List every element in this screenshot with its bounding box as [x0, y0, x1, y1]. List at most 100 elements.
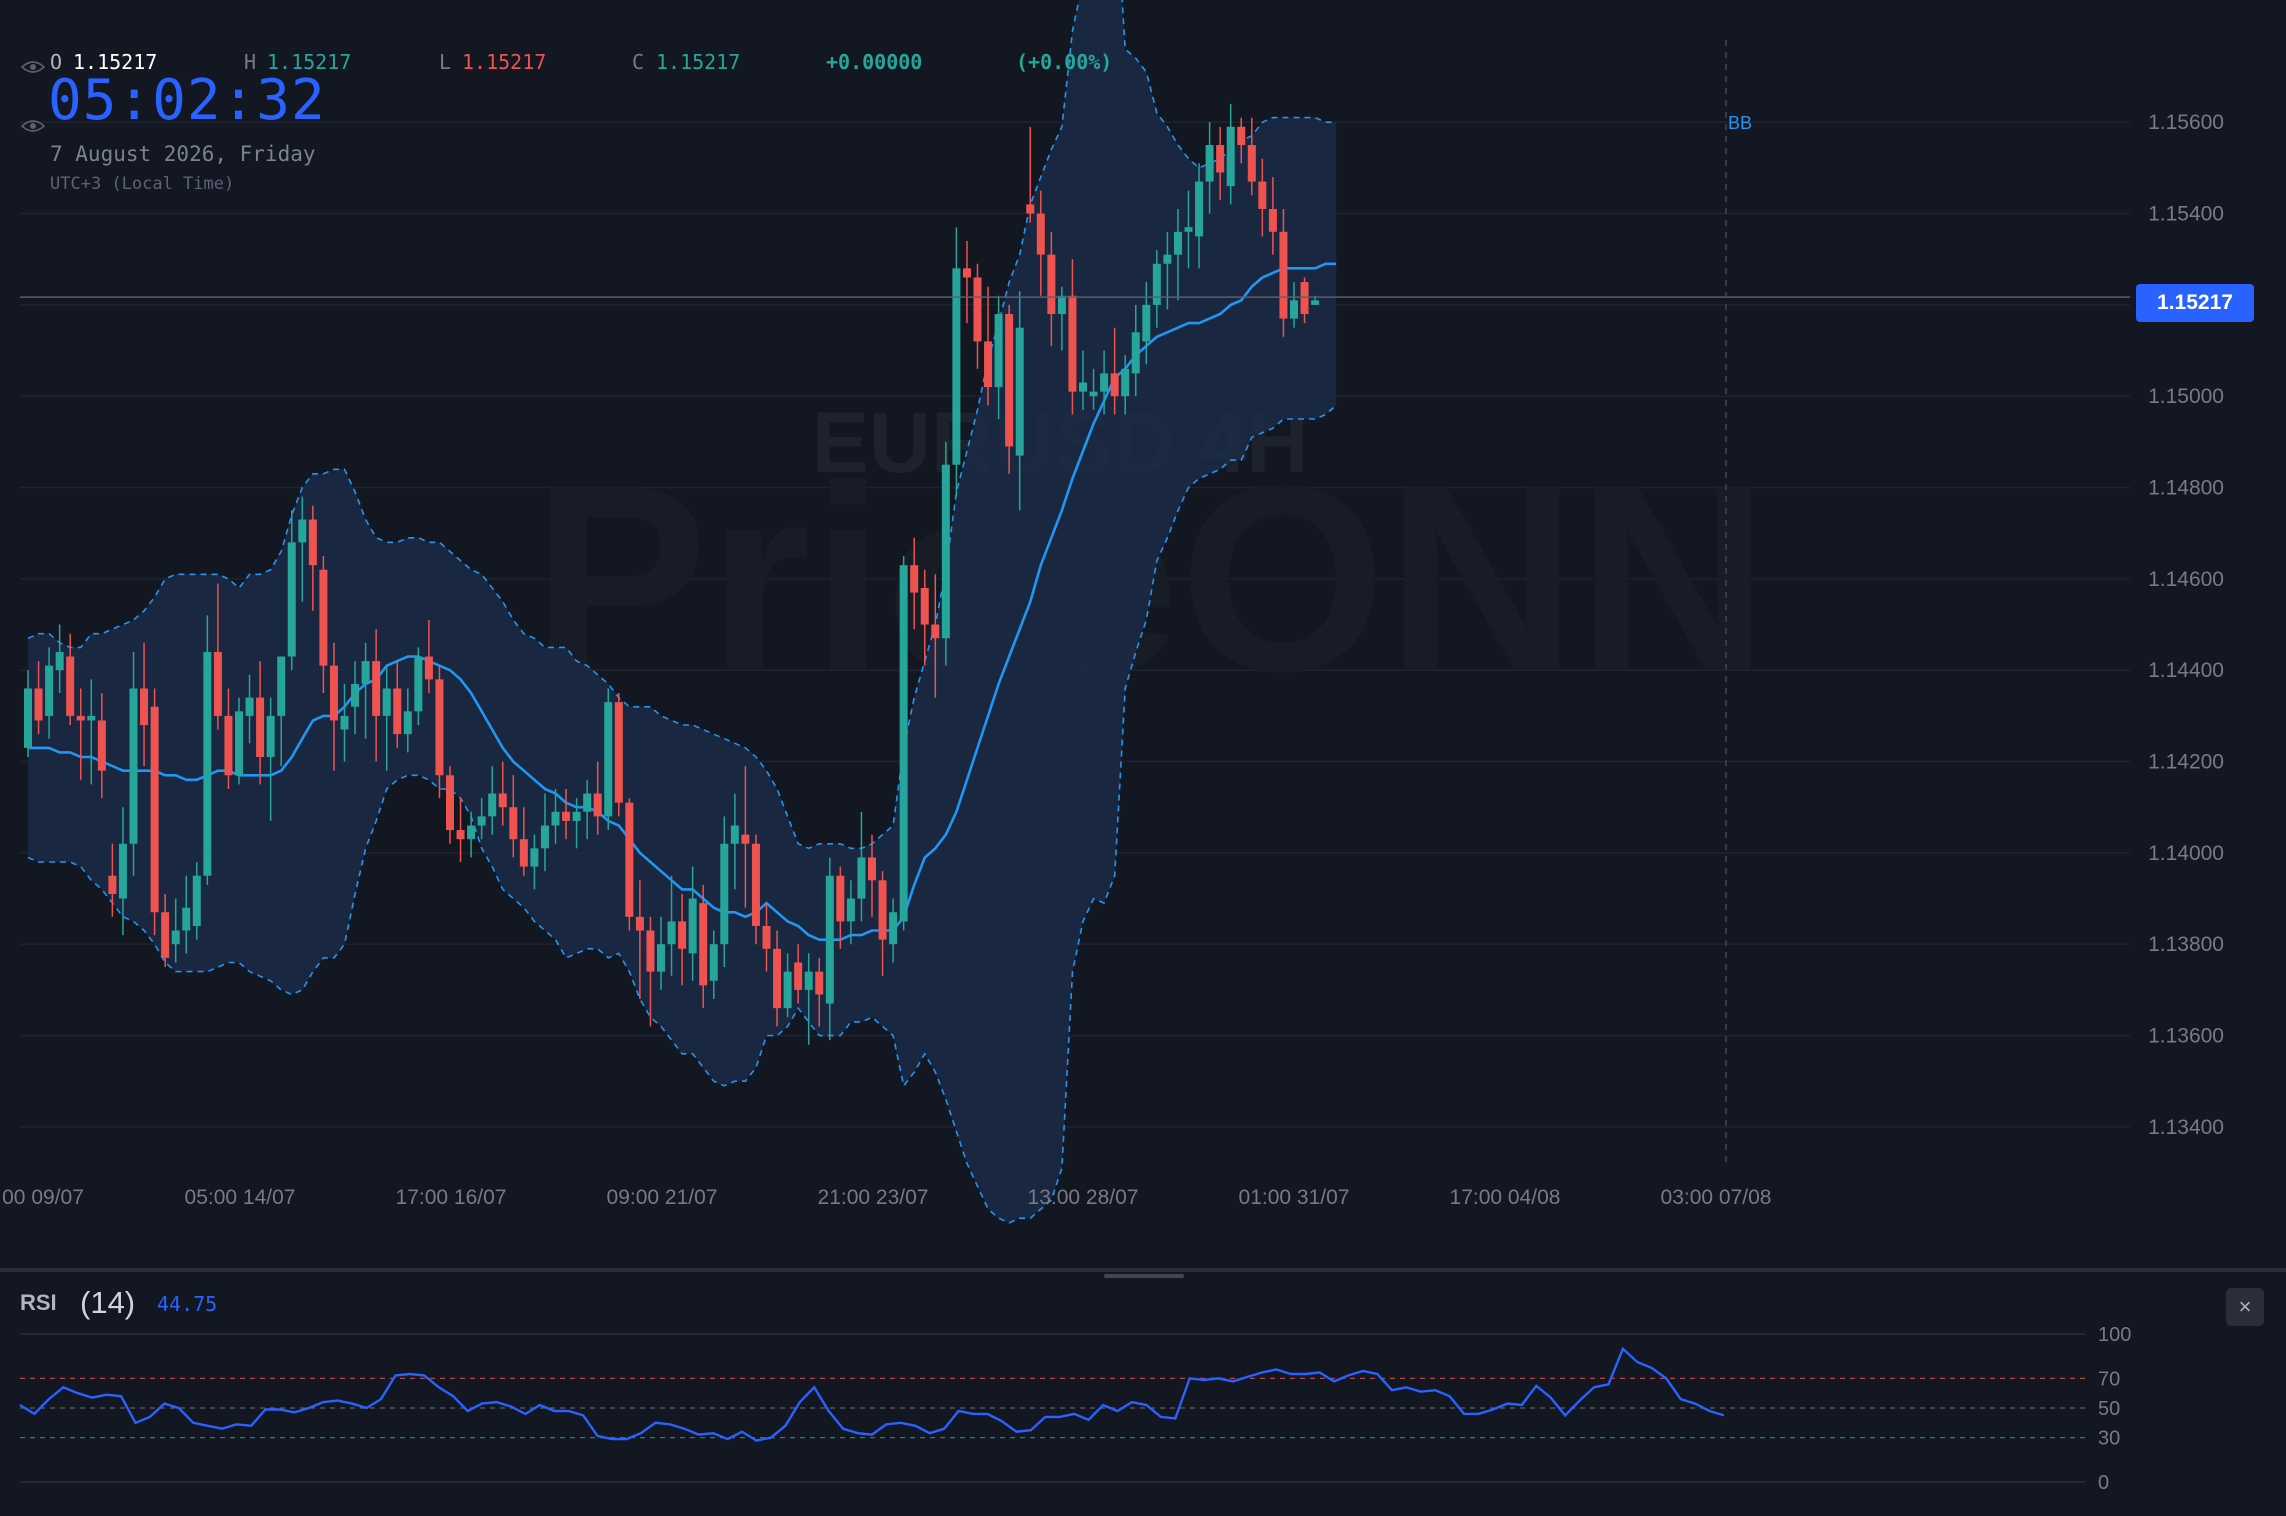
price-tick-label: 1.13400: [2148, 1116, 2224, 1139]
candle: [614, 693, 623, 817]
candle-body: [625, 802, 634, 917]
candle-body: [878, 880, 887, 940]
rsi-line: [19, 1346, 1725, 1442]
eye-icon[interactable]: [20, 61, 46, 73]
candle-body: [24, 688, 32, 748]
price-tick-label: 1.15400: [2148, 203, 2224, 226]
candle-body: [97, 720, 106, 771]
rsi-tick-label: 70: [2098, 1368, 2120, 1390]
candle-body: [161, 912, 170, 958]
candle-body: [76, 715, 85, 721]
candle-body: [657, 944, 665, 972]
candle-body: [235, 711, 243, 776]
candle-body: [1163, 254, 1172, 264]
change-value: +0.00000: [826, 50, 923, 74]
candle-body: [1131, 332, 1140, 374]
candle-body: [1184, 227, 1193, 232]
rsi-tick-label: 30: [2098, 1428, 2120, 1450]
close-icon[interactable]: ×: [2226, 1288, 2264, 1326]
candle-body: [889, 912, 898, 945]
candle-body: [572, 811, 581, 821]
price-tick-label: 1.15000: [2148, 385, 2224, 408]
candle-body: [351, 683, 360, 707]
candle-body: [783, 971, 792, 1009]
candle-body: [256, 697, 265, 757]
price-tick-label: 1.15600: [2148, 111, 2224, 134]
price-tick-label: 1.14000: [2148, 842, 2224, 865]
candle-body: [604, 702, 613, 817]
candle-body: [1300, 282, 1309, 315]
candle: [899, 556, 908, 931]
candle-body: [108, 875, 117, 894]
last-price-tag: 1.15217: [2136, 284, 2254, 322]
low-value: 1.15217: [462, 50, 547, 74]
candle-body: [66, 656, 75, 716]
candle-body: [1268, 208, 1277, 232]
candle-body: [1247, 145, 1256, 182]
price-axis: 1.156001.154001.152001.150001.148001.146…: [2148, 111, 2224, 1139]
candle-body: [730, 825, 739, 844]
candle-body: [34, 688, 43, 721]
pane-resize-handle[interactable]: [1104, 1274, 1184, 1278]
candle-body: [1100, 373, 1109, 392]
candle-body: [678, 921, 687, 949]
candle-body: [498, 793, 507, 808]
candle-body: [519, 839, 528, 867]
candle-body: [1079, 382, 1087, 392]
pane-divider[interactable]: [0, 1268, 2286, 1272]
low-label: L: [439, 50, 452, 74]
candle-body: [815, 971, 824, 995]
candle-body: [340, 715, 349, 730]
candle-body: [1121, 368, 1130, 397]
clock-timezone: UTC+3 (Local Time): [50, 174, 235, 194]
eye-icons: [20, 61, 46, 132]
candle-body: [1015, 327, 1024, 456]
candle-body: [277, 656, 286, 716]
candle-body: [361, 661, 370, 684]
candle-body: [467, 825, 476, 840]
candle-body: [213, 651, 222, 716]
candle-body: [372, 661, 381, 716]
candle-body: [773, 948, 782, 1009]
candle-body: [931, 624, 940, 639]
time-tick-label: 09:00 21/07: [607, 1186, 718, 1209]
candle-body: [1089, 391, 1098, 397]
candle-body: [825, 875, 834, 1004]
candle-body: [635, 916, 644, 931]
candle-body: [1068, 295, 1077, 392]
candle-body: [562, 811, 571, 821]
candle-body: [1290, 300, 1298, 319]
candle-body: [182, 907, 191, 931]
candle-body: [920, 588, 929, 625]
candle-body: [435, 679, 444, 776]
candle-body: [382, 688, 391, 716]
time-axis: 00 09/07 05:00 14/07 17:00 16/07 09:00 21/0…: [2, 1186, 1771, 1209]
candle-body: [720, 843, 729, 945]
candle-body: [1216, 145, 1225, 173]
candle-body: [192, 875, 201, 926]
candle-body: [804, 971, 813, 990]
candle: [973, 263, 982, 369]
candle: [203, 615, 212, 885]
candle-body: [203, 651, 212, 876]
candle-body: [741, 834, 750, 844]
candle-body: [45, 665, 54, 716]
candle-body: [530, 848, 539, 867]
candle: [1026, 126, 1035, 223]
time-tick-label: 01:00 31/07: [1239, 1186, 1350, 1209]
rsi-pane: 100 70 50 30 0: [19, 1324, 2131, 1494]
candle-body: [667, 921, 676, 945]
candle: [625, 798, 634, 931]
rsi-tick-label: 50: [2098, 1398, 2120, 1420]
candle-body: [1142, 304, 1151, 342]
close-label: C: [632, 50, 645, 74]
candle-body: [129, 688, 138, 844]
rsi-tick-label: 100: [2098, 1324, 2131, 1346]
candle-body: [846, 898, 855, 922]
candle-body: [646, 930, 655, 972]
candle-body: [1195, 181, 1204, 237]
candle-body: [551, 811, 560, 826]
candle-body: [614, 702, 623, 803]
candle-body: [118, 843, 127, 899]
time-tick-label: 03:00 07/08: [1661, 1186, 1772, 1209]
